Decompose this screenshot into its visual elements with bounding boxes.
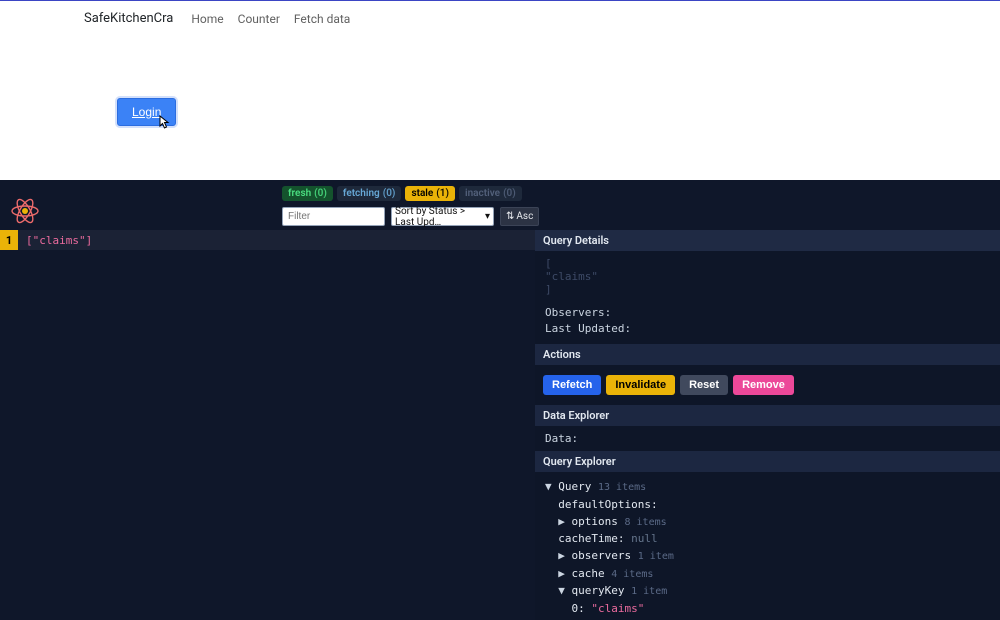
react-query-logo-icon: [10, 196, 40, 226]
chevron-down-icon: ▾: [485, 211, 490, 222]
nav-fetch-data[interactable]: Fetch data: [294, 12, 350, 26]
sort-direction-button[interactable]: ⇅ Asc: [500, 207, 539, 226]
query-key: ["claims"]: [26, 234, 92, 247]
reset-button[interactable]: Reset: [680, 375, 728, 395]
data-explorer-title: Data Explorer: [535, 405, 1000, 426]
detail-pre-1: "claims": [545, 270, 990, 283]
tree-line[interactable]: ▶ observers 1 item: [545, 547, 990, 565]
query-details-panel: Query Details [ "claims" ] Observers: La…: [535, 230, 1000, 620]
status-inactive-count: (0): [503, 188, 516, 199]
status-stale[interactable]: stale (1): [405, 186, 455, 201]
tree-line: queryHash: "[\"claims\"]": [545, 617, 990, 620]
tree-line[interactable]: ▼ queryKey 1 item: [545, 582, 990, 600]
data-label: Data:: [545, 432, 578, 445]
query-observer-count: 1: [0, 230, 18, 250]
brand[interactable]: SafeKitchenCra: [84, 11, 173, 26]
observers-label: Observers:: [545, 306, 611, 319]
status-fetching-count: (0): [383, 188, 396, 199]
query-explorer-title: Query Explorer: [535, 451, 1000, 472]
sort-select[interactable]: Sort by Status > Last Upd… ▾: [391, 207, 494, 226]
page-content: Login: [0, 36, 1000, 180]
nav-counter[interactable]: Counter: [238, 12, 280, 26]
tree-root[interactable]: ▼ Query 13 items: [545, 478, 990, 496]
query-explorer-tree[interactable]: ▼ Query 13 items defaultOptions: ▶ optio…: [535, 472, 1000, 620]
last-updated-label: Last Updated:: [545, 322, 631, 335]
invalidate-button[interactable]: Invalidate: [606, 375, 675, 395]
react-query-devtools: fresh (0) fetching (0) stale (1) inactiv…: [0, 180, 1000, 620]
sort-select-label: Sort by Status > Last Upd…: [395, 206, 485, 228]
cursor-icon: [159, 115, 171, 132]
sort-arrows-icon: ⇅: [506, 211, 514, 222]
status-inactive-label: inactive: [465, 188, 500, 199]
status-inactive[interactable]: inactive (0): [459, 186, 522, 201]
tree-line: 0: "claims": [545, 600, 990, 617]
tree-line: cacheTime: null: [545, 530, 990, 547]
filter-input[interactable]: [282, 207, 385, 226]
status-fetching-label: fetching: [343, 188, 380, 199]
refetch-button[interactable]: Refetch: [543, 375, 601, 395]
tree-line: defaultOptions:: [545, 496, 990, 513]
status-fresh-label: fresh: [288, 188, 311, 199]
navbar: SafeKitchenCra Home Counter Fetch data: [0, 1, 1000, 36]
status-fresh-count: (0): [314, 188, 327, 199]
nav-home[interactable]: Home: [191, 12, 223, 26]
sort-direction-label: Asc: [516, 211, 533, 222]
query-row[interactable]: 1 ["claims"]: [0, 230, 535, 250]
query-list: 1 ["claims"]: [0, 230, 535, 620]
status-filters: fresh (0) fetching (0) stale (1) inactiv…: [282, 186, 744, 201]
actions-title: Actions: [535, 344, 1000, 365]
tree-line[interactable]: ▶ cache 4 items: [545, 565, 990, 583]
status-stale-label: stale: [411, 188, 433, 199]
status-fetching[interactable]: fetching (0): [337, 186, 402, 201]
detail-pre-2: ]: [545, 283, 990, 296]
status-stale-count: (1): [436, 188, 449, 199]
tree-line[interactable]: ▶ options 8 items: [545, 513, 990, 531]
remove-button[interactable]: Remove: [733, 375, 794, 395]
status-fresh[interactable]: fresh (0): [282, 186, 333, 201]
detail-pre-0: [: [545, 257, 990, 270]
actions-row: Refetch Invalidate Reset Remove: [535, 365, 1000, 405]
query-details-title: Query Details: [535, 230, 1000, 251]
